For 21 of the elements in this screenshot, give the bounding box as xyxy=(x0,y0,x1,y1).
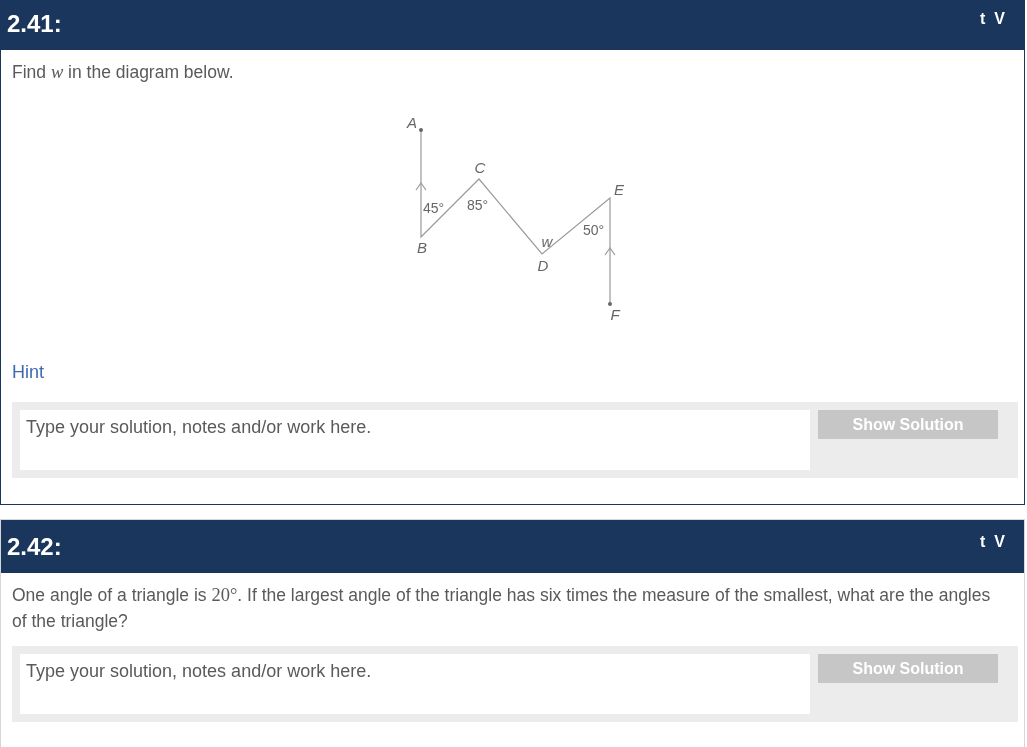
question-number: 2.41: xyxy=(7,9,62,39)
point-label: F xyxy=(610,306,620,323)
angle-label: 50° xyxy=(583,222,605,238)
angle-label: 45° xyxy=(423,200,445,216)
point-label: C xyxy=(474,159,486,176)
question-number: 2.42: xyxy=(7,532,62,562)
question-text: One angle of a triangle is 20°. If the largest angle of the triangle has six times the measure of the smallest, what are the angles of the triangle? xyxy=(12,584,992,633)
point-label: D xyxy=(537,257,549,274)
answer-box[interactable]: Type your solution, notes and/or work here. xyxy=(20,654,810,714)
header-button[interactable]: t xyxy=(980,8,986,30)
hint-link[interactable]: Hint xyxy=(12,360,44,384)
angle-label: 85° xyxy=(467,197,489,213)
header-button[interactable]: t xyxy=(980,531,986,553)
question-text: Find w in the diagram below. xyxy=(12,61,235,84)
angle-variable-label: w xyxy=(541,233,553,250)
header-button[interactable]: V xyxy=(994,531,1005,553)
header-button[interactable]: V xyxy=(994,8,1005,30)
point-label: A xyxy=(407,114,417,131)
answer-box[interactable]: Type your solution, notes and/or work here. xyxy=(20,410,810,470)
point-label: E xyxy=(614,181,624,198)
point-label: B xyxy=(417,239,427,256)
